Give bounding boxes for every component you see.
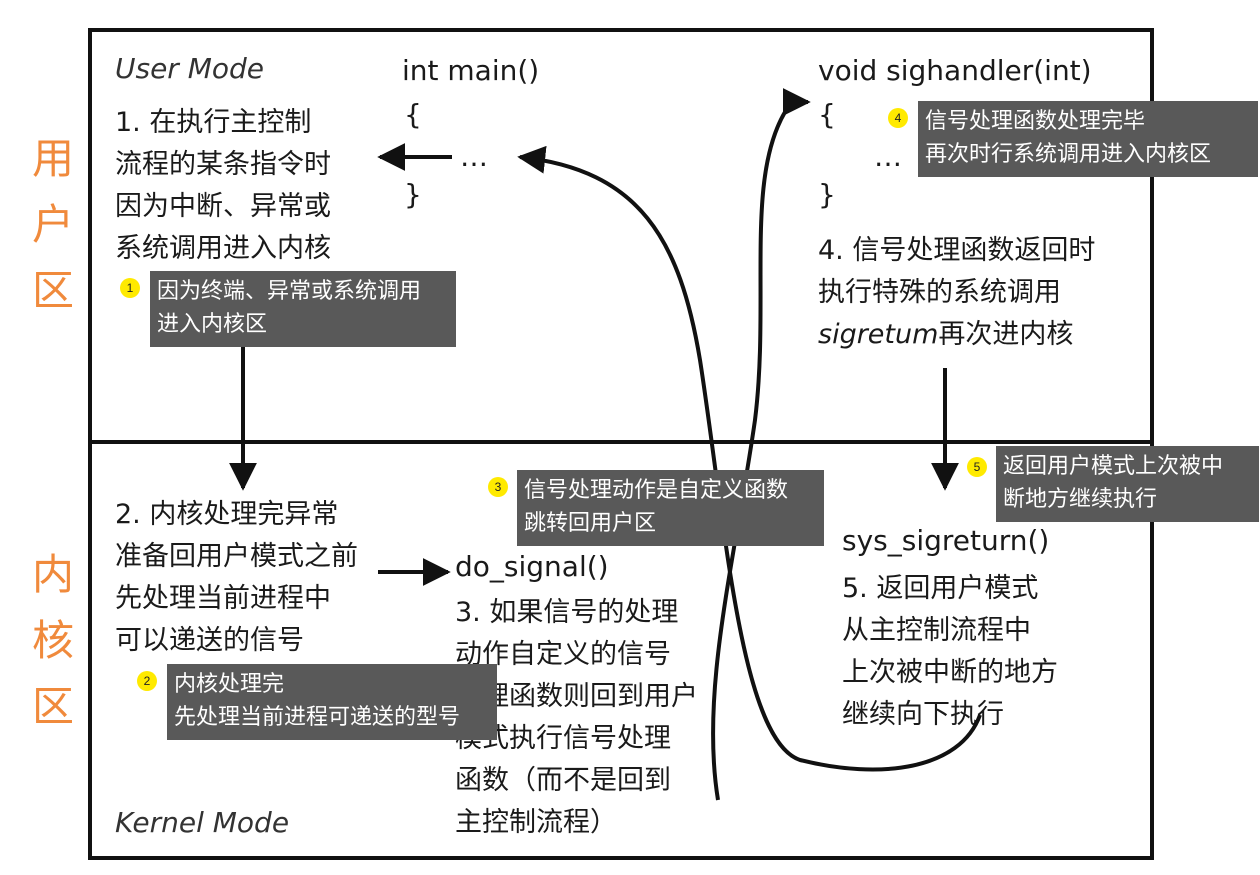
annotation-2: 内核处理完 先处理当前进程可递送的型号 (167, 664, 497, 740)
annotation-line: 跳转回用户区 (524, 511, 657, 536)
arrow-to-sighandler (711, 88, 811, 801)
annotation-line: 断地方继续执行 (1003, 487, 1158, 512)
annotation-4: 信号处理函数处理完毕 再次时行系统调用进入内核区 (918, 101, 1258, 177)
annotation-3: 信号处理动作是自定义函数 跳转回用户区 (517, 470, 824, 546)
annotation-line: 因为终端、异常或系统调用 (157, 279, 422, 304)
annotation-line: 信号处理函数处理完毕 (925, 109, 1146, 134)
annotation-line: 内核处理完 (174, 672, 285, 697)
annotation-line: 返回用户模式上次被中 (1003, 454, 1224, 479)
annotation-line: 先处理当前进程可递送的型号 (174, 705, 461, 730)
marker-3: 3 (488, 477, 508, 497)
annotation-line: 进入内核区 (157, 312, 268, 337)
marker-4: 4 (888, 108, 908, 128)
marker-1: 1 (120, 278, 140, 298)
annotation-5: 返回用户模式上次被中 断地方继续执行 (996, 446, 1259, 522)
marker-2: 2 (137, 671, 157, 691)
annotation-1: 因为终端、异常或系统调用 进入内核区 (150, 271, 456, 347)
annotation-line: 再次时行系统调用进入内核区 (925, 142, 1212, 167)
marker-5: 5 (967, 457, 987, 477)
annotation-line: 信号处理动作是自定义函数 (524, 478, 789, 503)
